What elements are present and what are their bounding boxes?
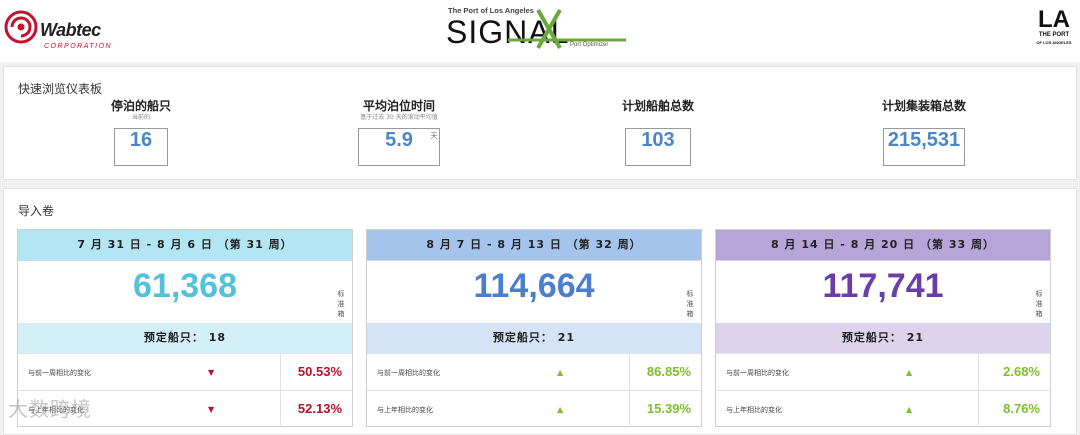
wabtec-name: Wabtec [40,20,101,40]
change-value: 50.53% [297,364,342,379]
trend-up-icon: ▲ [906,405,913,414]
wabtec-subtitle: CORPORATION [44,43,113,50]
la-text-line1: THE PORT [1038,32,1070,38]
header-bar: Wabtec CORPORATION The Port of Los Angel… [0,0,1080,62]
row-divider [978,354,979,390]
kpi-planned-containers: 计划集装箱总数 215,531 [864,97,984,166]
change-value: 86.85% [646,364,691,379]
row-divider [629,354,630,390]
signal-byline: Port Optimizer [570,42,609,48]
week-volume: 117,741 标准箱 [716,260,1050,323]
change-value: 8.76% [1003,401,1040,416]
kpi-label: 停泊的船只 [110,99,171,113]
week-over-week-row: 与前一周相比的变化 ▼ 50.53% [18,353,352,390]
change-label: 与上年相比的变化 [377,406,433,414]
trend-down-icon: ▼ [208,368,215,377]
volume-title: 导入卷 [18,204,55,218]
change-label: 与上年相比的变化 [726,406,782,414]
week-volume-value: 114,664 [473,267,595,305]
trend-up-icon: ▲ [557,405,564,414]
kpi-label: 计划船舶总数 [621,99,694,113]
week-volume-value: 117,741 [822,267,944,305]
watermark-text: 大数跨境 [8,397,92,421]
week-header: 8 月 7 日 - 8 月 13 日 （第 32 周） [367,230,701,260]
wabtec-emblem-icon [4,10,38,44]
year-over-year-row: 与上年相比的变化 ▲ 8.76% [716,390,1050,427]
week-card-33: 8 月 14 日 - 8 月 20 日 （第 33 周） 117,741 标准箱… [715,229,1051,427]
change-label: 与前一周相比的变化 [377,369,440,377]
scheduled-vessels: 预定船只： 21 [367,323,701,353]
teu-unit-label: 标准箱 [337,290,345,318]
kpi-value-box: 215,531 [883,128,965,166]
row-divider [978,391,979,427]
kpi-value-box: 103 [625,128,691,166]
year-over-year-row: 与上年相比的变化 ▲ 15.39% [367,390,701,427]
week-header: 7 月 31 日 - 8 月 6 日 （第 31 周） [18,230,352,260]
dashboard-title: 快速浏览仪表板 [18,82,103,96]
kpi-unit: 天 [430,133,438,140]
change-value: 52.13% [297,401,342,416]
la-mark: LA [1038,6,1070,33]
kpi-value-box: 5.9 天 [358,128,440,166]
change-value: 2.68% [1003,364,1040,379]
kpi-value: 103 [641,129,675,151]
import-volume-panel: 导入卷 7 月 31 日 - 8 月 6 日 （第 31 周） 61,368 标… [3,188,1077,435]
row-divider [629,391,630,427]
teu-unit-label: 标准箱 [686,290,694,318]
row-divider [280,391,281,427]
kpi-sublabel: 基于过去 30 天的滚动平均值 [360,114,438,121]
trend-down-icon: ▼ [208,405,215,414]
signal-x-icon [508,8,626,50]
row-divider [280,354,281,390]
week-card-32: 8 月 7 日 - 8 月 13 日 （第 32 周） 114,664 标准箱 … [366,229,702,427]
kpi-planned-vessels: 计划船舶总数 103 [608,97,708,166]
week-over-week-row: 与前一周相比的变化 ▲ 86.85% [367,353,701,390]
kpi-value: 16 [129,129,153,151]
kpi-sublabel: 当前的 [131,114,150,121]
kpi-value-box: 16 [114,128,168,166]
change-label: 与前一周相比的变化 [726,369,789,377]
change-label: 与前一周相比的变化 [28,369,91,377]
trend-up-icon: ▲ [906,368,913,377]
kpi-sublabel [864,114,984,122]
scheduled-vessels: 预定船只： 21 [716,323,1050,353]
teu-unit-label: 标准箱 [1035,290,1043,318]
scheduled-vessels: 预定船只： 18 [18,323,352,353]
quick-dashboard-panel: 快速浏览仪表板 停泊的船只 当前的 16 平均泊位时间 基于过去 30 天的滚动… [3,66,1077,180]
kpi-vessels-at-berth: 停泊的船只 当前的 16 [96,97,186,166]
kpi-label: 计划集装箱总数 [881,99,966,113]
week-volume-value: 61,368 [133,267,237,305]
week-volume: 114,664 标准箱 [367,260,701,323]
week-volume: 61,368 标准箱 [18,260,352,323]
week-over-week-row: 与前一周相比的变化 ▲ 2.68% [716,353,1050,390]
wabtec-logo[interactable]: Wabtec CORPORATION [4,8,116,50]
la-text-line2: OF LOS ANGELES [1036,40,1072,45]
change-value: 15.39% [646,401,691,416]
kpi-value: 5.9 [385,129,413,151]
port-of-la-logo[interactable]: LA THE PORT OF LOS ANGELES [1034,8,1074,52]
kpi-label: 平均泊位时间 [362,99,435,113]
week-header: 8 月 14 日 - 8 月 20 日 （第 33 周） [716,230,1050,260]
kpi-value: 215,531 [887,129,961,151]
kpi-sublabel [608,114,708,122]
signal-logo[interactable]: The Port of Los Angeles SIGNAL Port Opti… [444,4,634,56]
kpi-avg-berth-time: 平均泊位时间 基于过去 30 天的滚动平均值 5.9 天 [334,97,464,166]
trend-up-icon: ▲ [557,368,564,377]
